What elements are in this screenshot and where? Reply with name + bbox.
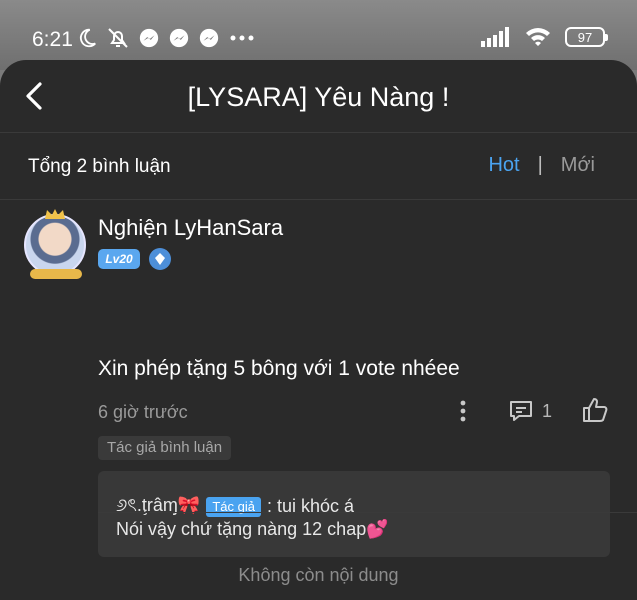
reply-button[interactable]: 1: [508, 399, 552, 423]
sort-tabs: Hot | Mới: [488, 154, 595, 177]
more-vertical-icon[interactable]: [459, 399, 467, 423]
status-time: 6:21: [32, 28, 73, 51]
moon-icon: [79, 28, 96, 48]
signal-icon: [481, 27, 509, 47]
messenger-icon: [139, 28, 159, 48]
tab-new[interactable]: Mới: [561, 154, 595, 177]
header: [LYSARA] Yêu Nàng !: [0, 60, 637, 132]
no-more-content: Không còn nội dung: [238, 565, 399, 585]
messenger-icon: [169, 28, 189, 48]
reply-text-line2: Nói vậy chứ tặng nàng 12 chap💕: [116, 519, 389, 539]
reply-count: 1: [542, 400, 553, 421]
reply-username[interactable]: ୬ৎ.ţrâɱ🎀: [116, 491, 200, 522]
comment-content: Xin phép tặng 5 bông với 1 vote nhéee: [98, 357, 460, 380]
divider: [98, 512, 637, 513]
divider: [0, 199, 637, 200]
wifi-icon: [526, 28, 550, 46]
more-dots-icon: [230, 35, 254, 41]
comment-author-tag: Tác giả bình luận: [98, 436, 232, 460]
gem-badge-icon: [149, 248, 171, 270]
status-right-icons: 97: [481, 26, 608, 48]
status-left-icons: [76, 26, 256, 50]
thumbs-up-icon[interactable]: [581, 396, 609, 424]
comments-sheet: [LYSARA] Yêu Nàng ! Tổng 2 bình luận Hot…: [0, 60, 637, 600]
tab-hot[interactable]: Hot: [488, 154, 519, 177]
sort-separator: |: [537, 154, 543, 176]
comment-time: 6 giờ trước: [98, 402, 188, 422]
crown-icon: [45, 209, 65, 219]
avatar[interactable]: [24, 214, 86, 276]
reply-author-badge: Tác giả: [206, 496, 261, 517]
reply-header: ୬ৎ.ţrâɱ🎀 Tác giả : tui khóc á: [116, 491, 354, 522]
page-title: [LYSARA] Yêu Nàng !: [187, 82, 450, 112]
avatar-frame-tag: [30, 269, 82, 279]
bell-off-icon: [108, 28, 128, 48]
level-badge: Lv20: [98, 249, 140, 269]
comments-bar: Tổng 2 bình luận Hot | Mới: [0, 133, 637, 199]
messenger-icon: [199, 28, 219, 48]
comment-username[interactable]: Nghiện LyHanSara: [98, 215, 283, 241]
comment-icon: [510, 401, 532, 421]
reply-text: : tui khóc á: [266, 496, 355, 516]
reply-preview[interactable]: ୬ৎ.ţrâɱ🎀 Tác giả : tui khóc á Nói vậy ch…: [98, 471, 610, 557]
comment-count-label: Tổng 2 bình luận: [28, 156, 171, 177]
battery-icon: 97: [565, 27, 608, 47]
